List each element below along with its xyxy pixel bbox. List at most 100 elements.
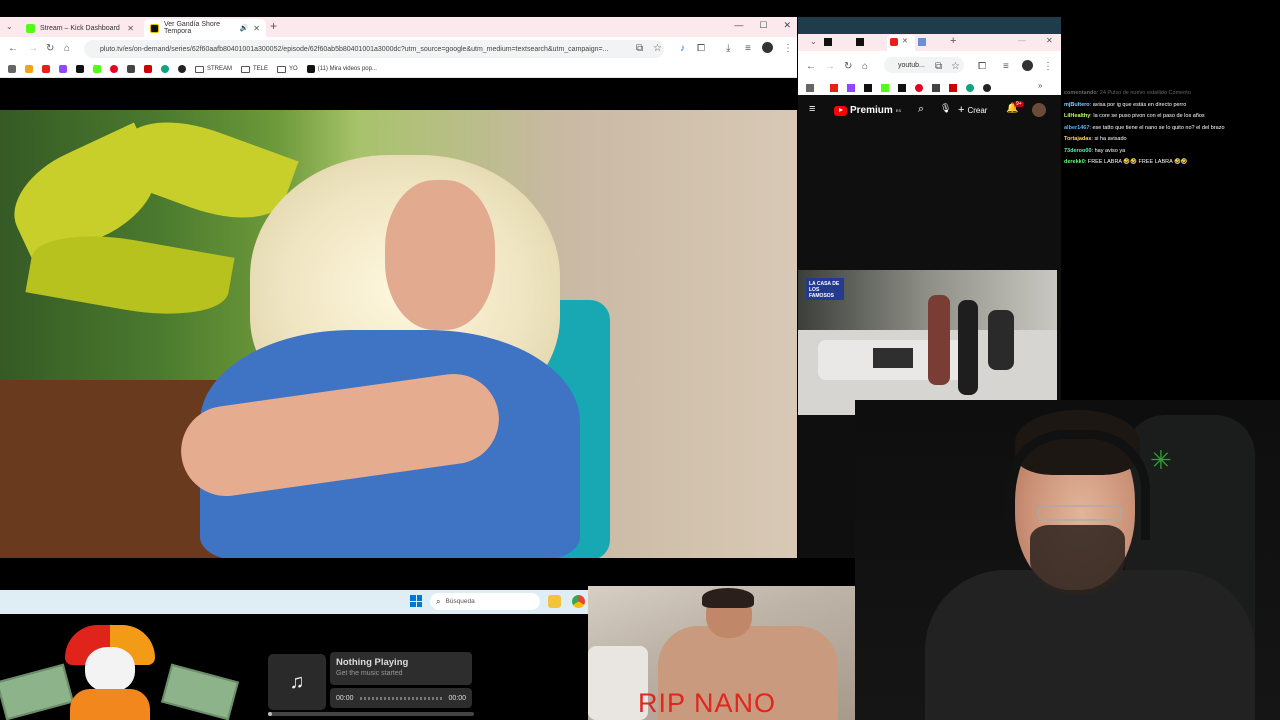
clown-face (85, 647, 135, 692)
tiktok-tab-icon[interactable] (856, 38, 864, 46)
bookmark-star-icon[interactable]: ☆ (951, 61, 960, 72)
twitch-bookmark-icon[interactable] (847, 84, 855, 92)
person (988, 310, 1014, 370)
profile-avatar[interactable] (1022, 60, 1033, 71)
bookmark-folder-tele[interactable]: TELE (241, 65, 268, 73)
close-window-icon[interactable]: ✕ (783, 20, 791, 31)
home-icon[interactable]: ⌂ (64, 43, 70, 54)
extensions-icon[interactable]: ⧠ (697, 43, 705, 54)
bookmark-tiktok-videos[interactable]: (11) Mira videos pop... (306, 65, 377, 73)
chat-username: Tortajadas (1064, 136, 1092, 142)
bookmark-folder-yo[interactable]: YO (277, 65, 298, 73)
twitch-bookmark-icon[interactable] (59, 65, 67, 73)
kick-bookmark-icon[interactable] (93, 65, 101, 73)
bookmark-icon[interactable] (932, 84, 940, 92)
tiktok-bookmark-icon[interactable] (864, 84, 872, 92)
bookmark-icon[interactable] (983, 84, 991, 92)
chat-username: mjBultero (1064, 101, 1090, 108)
chat-text: : hay aviso ya (1091, 147, 1126, 154)
maximize-icon[interactable]: ☐ (759, 20, 767, 31)
chatgpt-bookmark-icon[interactable] (966, 84, 974, 92)
bookmark-icon[interactable] (949, 84, 957, 92)
reload-icon[interactable]: ↻ (46, 43, 54, 54)
file-explorer-icon[interactable] (548, 595, 561, 608)
address-bar[interactable]: pluto.tv/es/on-demand/series/62f60aafb80… (84, 40, 664, 58)
apps-icon[interactable] (8, 65, 16, 73)
youtube-bookmark-icon[interactable] (830, 84, 838, 92)
youtube-logo-icon (834, 105, 847, 116)
extensions-icon[interactable]: ⧠ (978, 61, 986, 72)
minimize-icon[interactable]: — (734, 20, 743, 31)
now-playing-widget: ♫ Nothing Playing Get the music started … (268, 652, 474, 720)
close-icon[interactable]: ✕ (127, 24, 134, 33)
chrome-icon[interactable] (572, 595, 585, 608)
back-icon[interactable]: ← (806, 61, 816, 72)
forward-icon[interactable]: → (825, 61, 835, 72)
bookmark-icon[interactable] (898, 84, 906, 92)
new-tab-icon[interactable]: + (270, 19, 277, 33)
bookmark-folder-stream[interactable]: STREAM (195, 65, 232, 73)
bookmark-icon[interactable] (127, 65, 135, 73)
install-icon[interactable]: ⧉ (935, 61, 942, 72)
install-icon[interactable]: ⧉ (636, 43, 643, 54)
menu-icon[interactable]: ⋮ (783, 43, 793, 54)
create-button[interactable]: + Crear (958, 104, 987, 116)
tiktok-tab-icon[interactable] (824, 38, 832, 46)
tab-kick-dashboard[interactable]: Stream – Kick Dashboard ✕ (20, 19, 140, 37)
tab-icon[interactable] (918, 38, 926, 46)
download-icon[interactable]: ⤓ (726, 43, 730, 54)
new-tab-icon[interactable]: + (950, 35, 956, 47)
audio-playing-icon[interactable]: 🔊 (240, 24, 249, 32)
close-icon[interactable]: ✕ (253, 24, 260, 33)
avatar[interactable] (1032, 103, 1046, 117)
bookmarks-bar: STREAM TELE YO (11) Mira videos pop... (0, 61, 797, 78)
window-controls: — ☐ ✕ (734, 20, 791, 31)
close-icon[interactable]: ✕ (902, 37, 908, 45)
chat-text: : ese tatto que tiene el nano se lo quit… (1089, 124, 1225, 131)
tab-search-chevron-icon[interactable]: ⌄ (6, 22, 13, 31)
youtube-premium-logo[interactable]: Premium ES (834, 105, 901, 116)
palm-leaf (25, 223, 235, 327)
apps-icon[interactable] (806, 84, 814, 92)
pinterest-bookmark-icon[interactable] (915, 84, 923, 92)
kick-bookmark-icon[interactable] (881, 84, 889, 92)
microphone-icon[interactable]: 🎙 (940, 103, 951, 114)
home-icon[interactable]: ⌂ (862, 61, 868, 72)
tab-gandia-shore[interactable]: Ver Gandía Shore Tempora 🔊 ✕ (144, 19, 266, 37)
bookmark-icon[interactable] (144, 65, 152, 73)
cast-icon[interactable]: ≡ (1003, 61, 1009, 72)
music-note-icon: ♫ (268, 654, 326, 710)
minimize-icon[interactable]: — (1018, 36, 1026, 45)
taskbar-search-input[interactable]: ⌕ Búsqueda (430, 593, 540, 610)
hamburger-menu-icon[interactable]: ≡ (809, 103, 815, 115)
back-icon[interactable]: ← (8, 43, 18, 54)
bookmark-icon[interactable] (25, 65, 33, 73)
chatgpt-bookmark-icon[interactable] (161, 65, 169, 73)
pinterest-bookmark-icon[interactable] (110, 65, 118, 73)
bookmark-icon[interactable] (178, 65, 186, 73)
youtube-header: ≡ Premium ES ⌕ 🎙 + Crear 🔔 9+ (798, 97, 1061, 125)
orange-suit (70, 689, 150, 720)
profile-avatar[interactable] (762, 42, 773, 53)
tiktok-bookmark-icon[interactable] (76, 65, 84, 73)
chat-message: mjBultero: avisa por ig que estás en dir… (1064, 100, 1279, 112)
menu-icon[interactable]: ⋮ (1043, 61, 1053, 72)
media-icon[interactable]: ♪ (680, 43, 685, 54)
more-bookmarks-icon[interactable]: » (1038, 81, 1042, 90)
playback-progress-track (359, 696, 443, 700)
chat-text: : FREE LABRA 🤣🤣 FREE LABRA 🤣🤣 (1084, 159, 1188, 165)
webcam-feed: ✳ (855, 400, 1280, 720)
forward-icon[interactable]: → (28, 43, 38, 54)
youtube-bookmark-icon[interactable] (42, 65, 50, 73)
bookmark-star-icon[interactable]: ☆ (653, 43, 662, 54)
youtube-video-player[interactable]: LA CASA DE LOS FAMOSOS (798, 270, 1057, 415)
close-window-icon[interactable]: ✕ (1046, 36, 1053, 45)
video-player[interactable] (0, 110, 797, 558)
region-code: ES (895, 108, 902, 113)
money-fan (0, 663, 74, 720)
tab-search-chevron-icon[interactable]: ⌄ (810, 37, 817, 46)
cast-icon[interactable]: ≡ (745, 43, 751, 54)
windows-start-icon[interactable] (410, 595, 422, 607)
reload-icon[interactable]: ↻ (844, 61, 852, 72)
search-icon[interactable]: ⌕ (918, 103, 924, 116)
